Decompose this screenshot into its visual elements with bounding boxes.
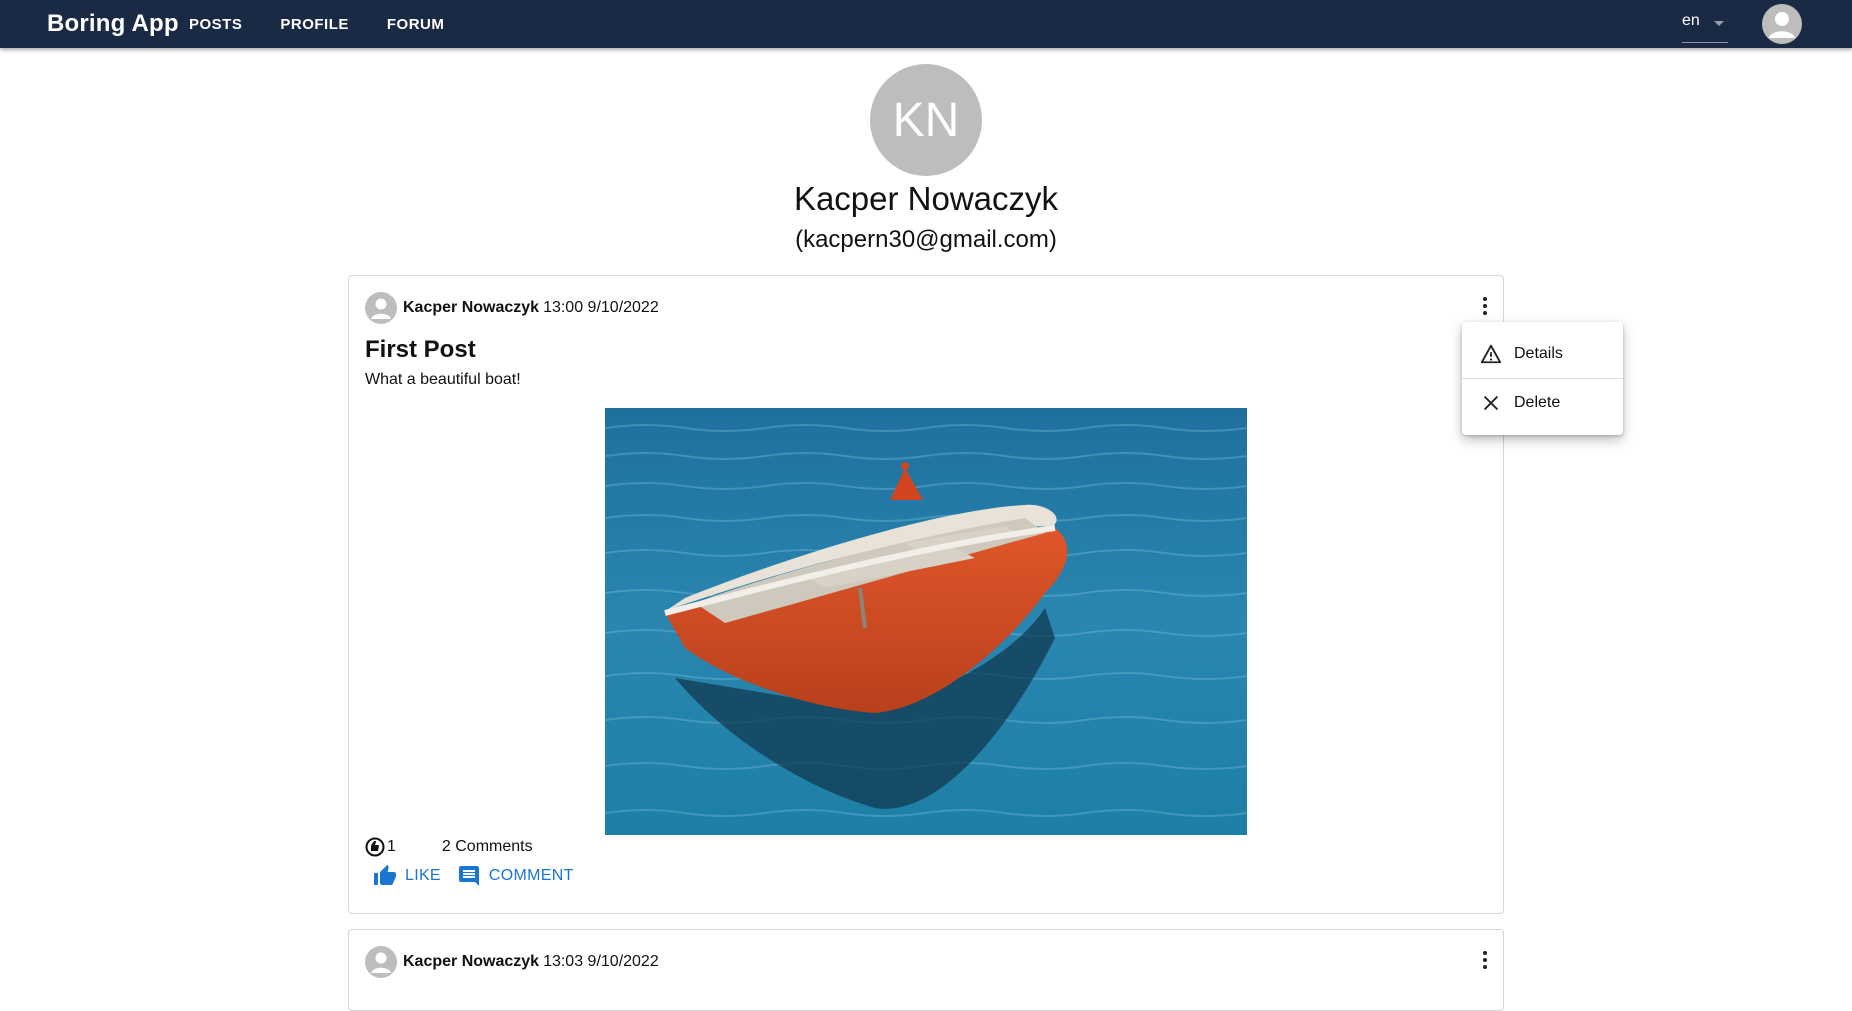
close-icon [1483,395,1499,411]
post-title: First Post [365,336,476,363]
menu-item-label: Details [1514,345,1563,362]
post-datetime: 13:03 9/10/2022 [543,953,659,970]
menu-item-details[interactable]: Details [1462,330,1623,378]
language-value: en [1682,12,1700,29]
chevron-down-icon [1714,21,1724,26]
app-bar: Boring App POSTS PROFILE FORUM en [0,0,1852,48]
main-nav: POSTS PROFILE FORUM [189,0,444,48]
post-header: Kacper Nowaczyk 13:00 9/10/2022 [365,292,659,324]
menu-item-label: Delete [1514,394,1561,411]
nav-forum[interactable]: FORUM [387,16,445,33]
post-card: Kacper Nowaczyk 13:03 9/10/2022 [348,929,1504,1011]
profile-name: Kacper Nowaczyk [793,180,1059,217]
nav-posts[interactable]: POSTS [189,16,242,33]
language-select[interactable]: en [1682,12,1728,43]
app-brand[interactable]: Boring App [47,10,179,38]
post-datetime: 13:00 9/10/2022 [543,299,659,316]
comment-icon [458,866,479,886]
like-button[interactable]: LIKE [373,864,441,888]
more-vert-icon[interactable] [1477,948,1493,972]
author-avatar[interactable] [365,946,397,978]
post-actions: LIKE COMMENT [373,864,574,888]
post-text: What a beautiful boat! [365,371,521,388]
profile-avatar: KN [870,64,982,176]
reactions-summary: 1 2 Comments [365,837,533,857]
user-avatar[interactable] [1762,4,1802,44]
more-vert-icon[interactable] [1477,294,1493,318]
post-image-boat [605,408,1247,835]
reaction-count: 1 [387,838,396,855]
post-context-menu: Details Delete [1462,322,1623,435]
post-author[interactable]: Kacper Nowaczyk [403,953,539,971]
comment-label: COMMENT [488,867,574,884]
thumb-up-icon [374,865,396,885]
person-icon [371,298,391,319]
like-label: LIKE [405,867,441,884]
post-header: Kacper Nowaczyk 13:03 9/10/2022 [365,946,659,978]
post-author[interactable]: Kacper Nowaczyk [403,299,539,317]
person-icon [371,952,391,973]
nav-profile[interactable]: PROFILE [280,16,349,33]
post-card: Kacper Nowaczyk 13:00 9/10/2022 First Po… [348,275,1504,914]
reaction-icon [365,837,385,857]
comment-button[interactable]: COMMENT [457,864,574,888]
author-avatar[interactable] [365,292,397,324]
profile-email: (kacpern30@gmail.com) [795,226,1057,253]
menu-item-delete[interactable]: Delete [1462,379,1623,427]
person-icon [1769,12,1795,38]
comments-count[interactable]: 2 Comments [442,838,533,856]
warning-icon [1480,344,1502,364]
